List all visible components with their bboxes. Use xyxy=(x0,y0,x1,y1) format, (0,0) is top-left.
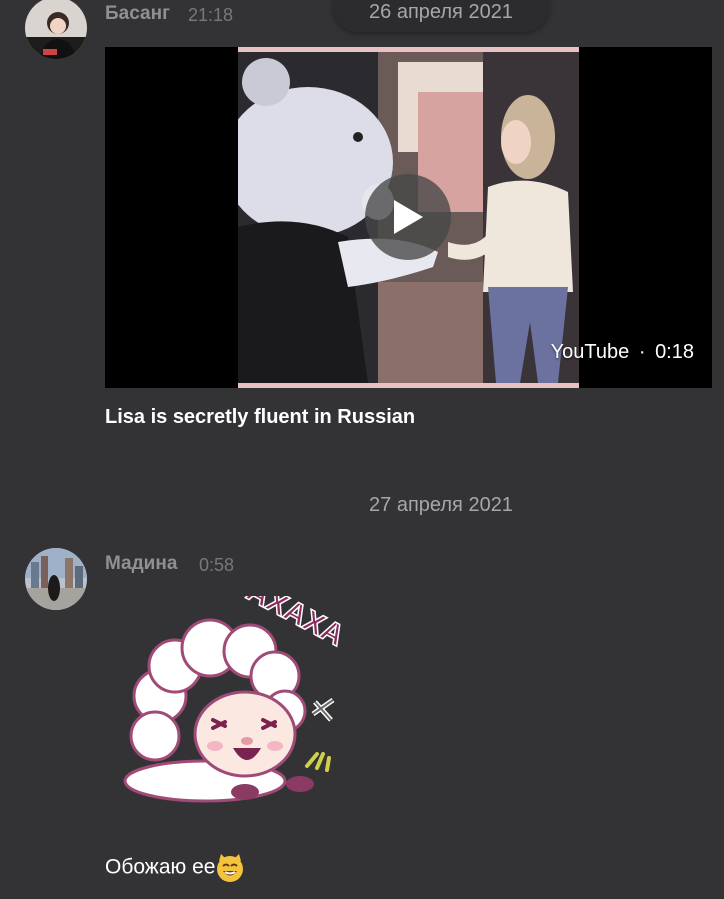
date-separator-top: 26 апреля 2021 xyxy=(369,1,513,23)
smiling-cat-emoji-icon xyxy=(215,853,245,883)
badge-separator: · xyxy=(638,341,646,363)
author-name[interactable]: Басанг xyxy=(105,3,170,25)
avatar-basang[interactable] xyxy=(25,0,87,59)
video-source: YouTube xyxy=(550,341,630,363)
video-title-link[interactable]: Lisa is secretly fluent in Russian xyxy=(105,406,415,429)
message-text: Обожаю ее xyxy=(105,853,245,883)
video-duration: 0:18 xyxy=(655,341,694,363)
author-name[interactable]: Мадина xyxy=(105,553,177,575)
message-text-content: Обожаю ее xyxy=(105,855,216,879)
video-attachment[interactable]: YouTube · 0:18 xyxy=(105,47,712,388)
sticker-sheep-laughing[interactable]: АХАХА xyxy=(115,574,350,808)
play-button[interactable] xyxy=(365,174,451,260)
message-time[interactable]: 21:18 xyxy=(188,5,233,26)
video-source-badge: YouTube · 0:18 xyxy=(551,341,694,364)
date-separator: 27 апреля 2021 xyxy=(369,494,513,516)
message-time[interactable]: 0:58 xyxy=(199,555,234,576)
avatar-madina[interactable] xyxy=(25,548,87,610)
play-icon xyxy=(394,200,423,234)
